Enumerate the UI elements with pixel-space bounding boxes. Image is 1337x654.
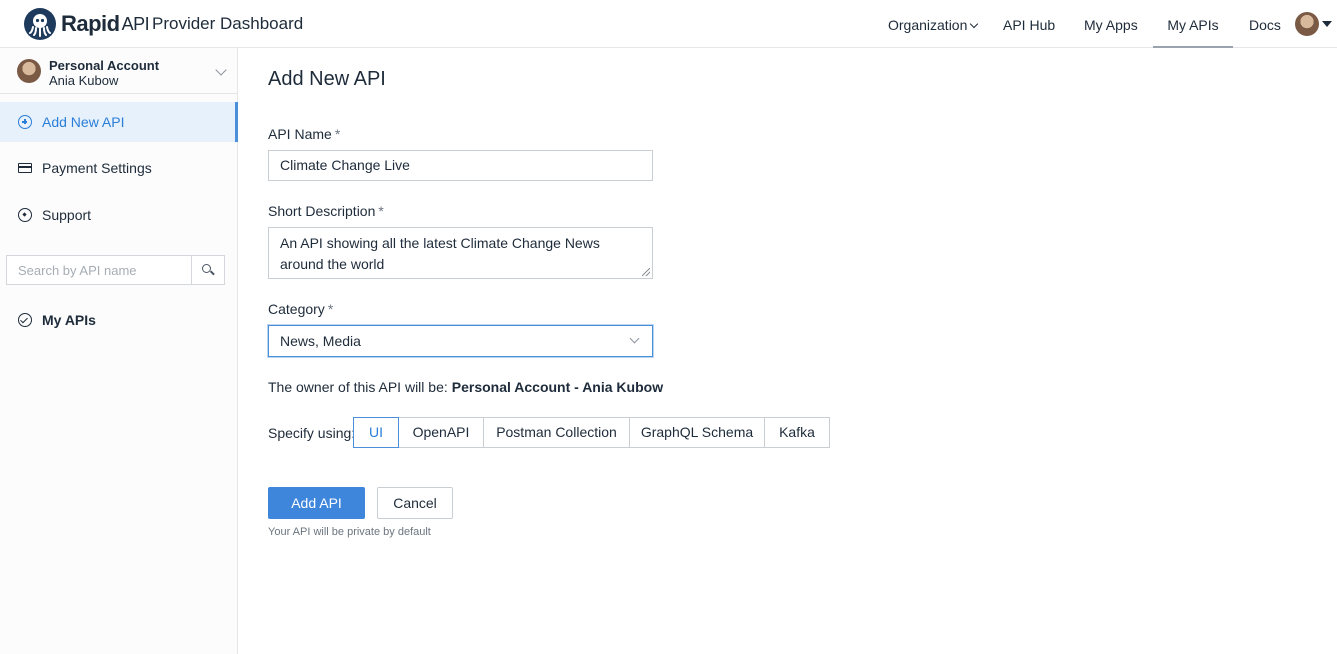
- sidebar: Personal Account Ania Kubow Add New API …: [0, 48, 238, 654]
- nav-docs[interactable]: Docs: [1249, 0, 1281, 48]
- sidebar-item-add-new-api[interactable]: Add New API: [0, 102, 238, 142]
- logo-api-text: API: [121, 13, 150, 34]
- account-name-label: Ania Kubow: [49, 73, 119, 88]
- plus-circle-icon: [18, 115, 32, 129]
- nav-my-apis[interactable]: My APIs: [1153, 0, 1233, 48]
- sidebar-item-my-apis[interactable]: My APIs: [0, 300, 238, 340]
- api-name-label: API Name *: [268, 126, 341, 142]
- nav-my-apps[interactable]: My Apps: [1084, 0, 1138, 48]
- account-switcher[interactable]: Personal Account Ania Kubow: [0, 48, 238, 94]
- search-button[interactable]: [191, 256, 224, 284]
- short-description-text: An API showing all the latest Climate Ch…: [280, 235, 600, 272]
- sidebar-item-label: My APIs: [42, 312, 96, 328]
- account-type-label: Personal Account: [49, 58, 160, 73]
- dashboard-title: Provider Dashboard: [152, 14, 304, 33]
- user-avatar[interactable]: [1295, 12, 1319, 36]
- chevron-down-icon: [629, 333, 640, 344]
- specify-using-group: UI OpenAPI Postman Collection GraphQL Sc…: [353, 417, 830, 448]
- logo-brand-text: Rapid: [61, 11, 120, 36]
- spec-option-kafka[interactable]: Kafka: [764, 417, 830, 448]
- compass-icon: [18, 208, 32, 222]
- sidebar-item-support[interactable]: Support: [0, 195, 238, 235]
- specify-using-label: Specify using:: [268, 425, 356, 441]
- spec-option-postman-collection[interactable]: Postman Collection: [483, 417, 630, 448]
- resize-handle-icon[interactable]: [642, 268, 650, 276]
- octopus-logo-icon: [24, 8, 56, 40]
- search-input[interactable]: [7, 256, 192, 284]
- nav-organization[interactable]: Organization: [888, 0, 979, 48]
- category-value: News, Media: [280, 333, 361, 349]
- short-description-label: Short Description *: [268, 203, 384, 219]
- cancel-button[interactable]: Cancel: [377, 487, 453, 519]
- avatar: [17, 59, 41, 83]
- owner-value: Personal Account - Ania Kubow: [451, 379, 664, 395]
- credit-card-icon: [18, 163, 32, 173]
- spec-option-graphql-schema[interactable]: GraphQL Schema: [629, 417, 765, 448]
- rapidapi-logo[interactable]: Rapid API: [24, 8, 150, 40]
- chevron-down-icon: [970, 19, 979, 29]
- chevron-down-icon: [215, 64, 227, 76]
- category-select[interactable]: News, Media: [268, 325, 653, 357]
- spec-option-openapi[interactable]: OpenAPI: [398, 417, 484, 448]
- private-hint: Your API will be private by default: [268, 526, 431, 538]
- category-label: Category *: [268, 301, 334, 317]
- sidebar-item-payment-settings[interactable]: Payment Settings: [0, 148, 238, 188]
- sidebar-item-label: Add New API: [42, 114, 125, 130]
- api-name-field[interactable]: Climate Change Live: [268, 150, 653, 181]
- nav-api-hub[interactable]: API Hub: [1003, 0, 1055, 48]
- sidebar-item-label: Support: [42, 207, 92, 223]
- add-api-button[interactable]: Add API: [268, 487, 365, 519]
- owner-text: The owner of this API will be: Personal A…: [268, 379, 664, 395]
- page-title: Add New API: [268, 68, 386, 90]
- caret-down-icon[interactable]: [1322, 21, 1332, 27]
- api-search: [6, 255, 225, 285]
- nav-organization-label: Organization: [888, 17, 968, 33]
- spec-option-ui[interactable]: UI: [353, 417, 399, 448]
- short-description-field[interactable]: An API showing all the latest Climate Ch…: [268, 227, 653, 279]
- sidebar-item-label: Payment Settings: [42, 160, 152, 176]
- check-circle-icon: [18, 313, 32, 327]
- top-header: Rapid API Provider Dashboard Organization…: [0, 0, 1337, 48]
